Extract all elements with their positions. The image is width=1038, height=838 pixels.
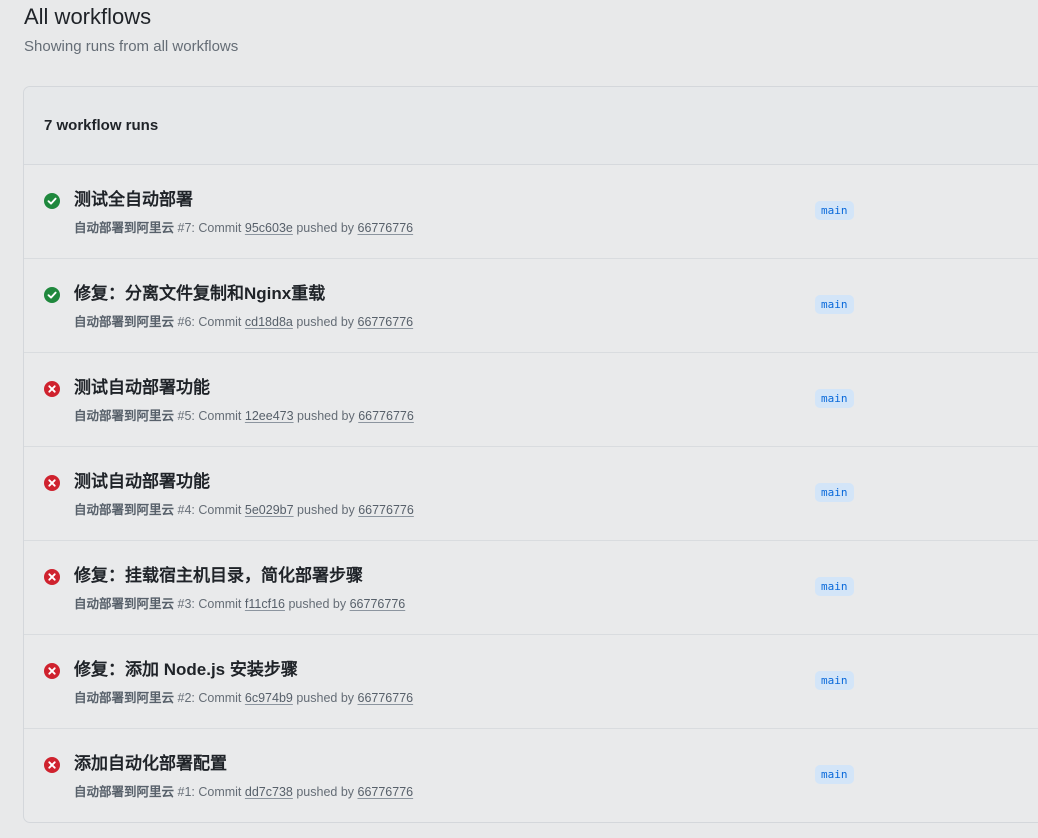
runs-count: 7 workflow runs (44, 117, 159, 134)
run-meta: 自动部署到阿里云 #4: Commit 5e029b7 pushed by 66… (74, 502, 414, 518)
run-meta: 自动部署到阿里云 #2: Commit 6c974b9 pushed by 66… (74, 690, 413, 706)
workflow-run-row-7[interactable]: 添加自动化部署配置 自动部署到阿里云 #1: Commit dd7c738 pu… (24, 729, 1038, 822)
run-title[interactable]: 修复：分离文件复制和Nginx重载 (74, 283, 325, 305)
workflow-run-row-2[interactable]: 修复：分离文件复制和Nginx重载 自动部署到阿里云 #6: Commit cd… (24, 259, 1038, 353)
pushed-by-text: pushed by (292, 221, 358, 235)
actor-link[interactable]: 66776776 (358, 315, 414, 329)
commit-prefix: : Commit (191, 221, 245, 235)
pushed-by-text: pushed by (293, 503, 359, 517)
run-title[interactable]: 测试全自动部署 (74, 189, 193, 211)
page-title: All workflows (24, 4, 152, 29)
run-number: #3 (177, 597, 192, 611)
actor-link[interactable]: 66776776 (358, 409, 414, 423)
branch-badge[interactable]: main (815, 577, 854, 596)
commit-prefix: : Commit (191, 315, 245, 329)
x-circle-icon (44, 663, 60, 679)
run-meta: 自动部署到阿里云 #1: Commit dd7c738 pushed by 66… (74, 784, 413, 800)
workflow-run-row-1[interactable]: 测试全自动部署 自动部署到阿里云 #7: Commit 95c603e push… (24, 165, 1038, 259)
commit-link[interactable]: 6c974b9 (245, 691, 293, 705)
x-circle-icon (44, 381, 60, 397)
run-number: #7 (177, 221, 192, 235)
run-title[interactable]: 测试自动部署功能 (74, 471, 210, 493)
workflow-run-row-3[interactable]: 测试自动部署功能 自动部署到阿里云 #5: Commit 12ee473 pus… (24, 353, 1038, 447)
run-number: #1 (177, 785, 192, 799)
workflow-name: 自动部署到阿里云 (74, 691, 175, 705)
commit-prefix: : Commit (191, 785, 245, 799)
workflow-runs-list: 7 workflow runs 测试全自动部署 自动部署到阿里云 #7: Com… (23, 86, 1038, 823)
runs-container: 测试全自动部署 自动部署到阿里云 #7: Commit 95c603e push… (24, 165, 1038, 822)
run-title[interactable]: 测试自动部署功能 (74, 377, 210, 399)
commit-prefix: : Commit (191, 597, 245, 611)
x-circle-icon (44, 757, 60, 773)
x-circle-icon (44, 569, 60, 585)
workflow-name: 自动部署到阿里云 (74, 221, 175, 235)
run-meta: 自动部署到阿里云 #5: Commit 12ee473 pushed by 66… (74, 408, 414, 424)
workflow-name: 自动部署到阿里云 (74, 409, 175, 423)
workflow-run-row-5[interactable]: 修复：挂载宿主机目录，简化部署步骤 自动部署到阿里云 #3: Commit f1… (24, 541, 1038, 635)
run-meta: 自动部署到阿里云 #7: Commit 95c603e pushed by 66… (74, 220, 413, 236)
workflow-run-row-4[interactable]: 测试自动部署功能 自动部署到阿里云 #4: Commit 5e029b7 pus… (24, 447, 1038, 541)
commit-link[interactable]: 95c603e (245, 221, 293, 235)
pushed-by-text: pushed by (293, 409, 359, 423)
run-meta: 自动部署到阿里云 #3: Commit f11cf16 pushed by 66… (74, 596, 405, 612)
actor-link[interactable]: 66776776 (358, 785, 414, 799)
branch-badge[interactable]: main (815, 671, 854, 690)
branch-badge[interactable]: main (815, 389, 854, 408)
run-title[interactable]: 修复：添加 Node.js 安装步骤 (74, 659, 298, 681)
branch-badge[interactable]: main (815, 201, 854, 220)
branch-badge[interactable]: main (815, 483, 854, 502)
commit-link[interactable]: dd7c738 (245, 785, 293, 799)
page-header: All workflows Showing runs from all work… (24, 4, 238, 56)
branch-badge[interactable]: main (815, 295, 854, 314)
commit-link[interactable]: 5e029b7 (245, 503, 294, 517)
pushed-by-text: pushed by (284, 597, 350, 611)
commit-link[interactable]: f11cf16 (245, 597, 285, 611)
runs-list-header: 7 workflow runs (24, 87, 1038, 165)
actor-link[interactable]: 66776776 (350, 597, 406, 611)
actor-link[interactable]: 66776776 (358, 691, 414, 705)
workflow-name: 自动部署到阿里云 (74, 503, 175, 517)
run-number: #4 (177, 503, 192, 517)
workflow-name: 自动部署到阿里云 (74, 785, 175, 799)
pushed-by-text: pushed by (292, 785, 358, 799)
actor-link[interactable]: 66776776 (358, 503, 414, 517)
pushed-by-text: pushed by (292, 315, 358, 329)
branch-badge[interactable]: main (815, 765, 854, 784)
commit-prefix: : Commit (191, 503, 245, 517)
run-meta: 自动部署到阿里云 #6: Commit cd18d8a pushed by 66… (74, 314, 413, 330)
check-circle-icon (44, 193, 60, 209)
check-circle-icon (44, 287, 60, 303)
workflow-name: 自动部署到阿里云 (74, 315, 175, 329)
run-number: #5 (177, 409, 192, 423)
commit-link[interactable]: cd18d8a (245, 315, 293, 329)
commit-link[interactable]: 12ee473 (245, 409, 294, 423)
run-number: #6 (177, 315, 192, 329)
x-circle-icon (44, 475, 60, 491)
workflow-name: 自动部署到阿里云 (74, 597, 175, 611)
commit-prefix: : Commit (191, 691, 245, 705)
actor-link[interactable]: 66776776 (358, 221, 414, 235)
page-subtitle: Showing runs from all workflows (24, 38, 239, 55)
run-number: #2 (177, 691, 192, 705)
pushed-by-text: pushed by (292, 691, 358, 705)
run-title[interactable]: 修复：挂载宿主机目录，简化部署步骤 (74, 565, 363, 587)
commit-prefix: : Commit (191, 409, 245, 423)
run-title[interactable]: 添加自动化部署配置 (74, 753, 227, 775)
workflow-run-row-6[interactable]: 修复：添加 Node.js 安装步骤 自动部署到阿里云 #2: Commit 6… (24, 635, 1038, 729)
